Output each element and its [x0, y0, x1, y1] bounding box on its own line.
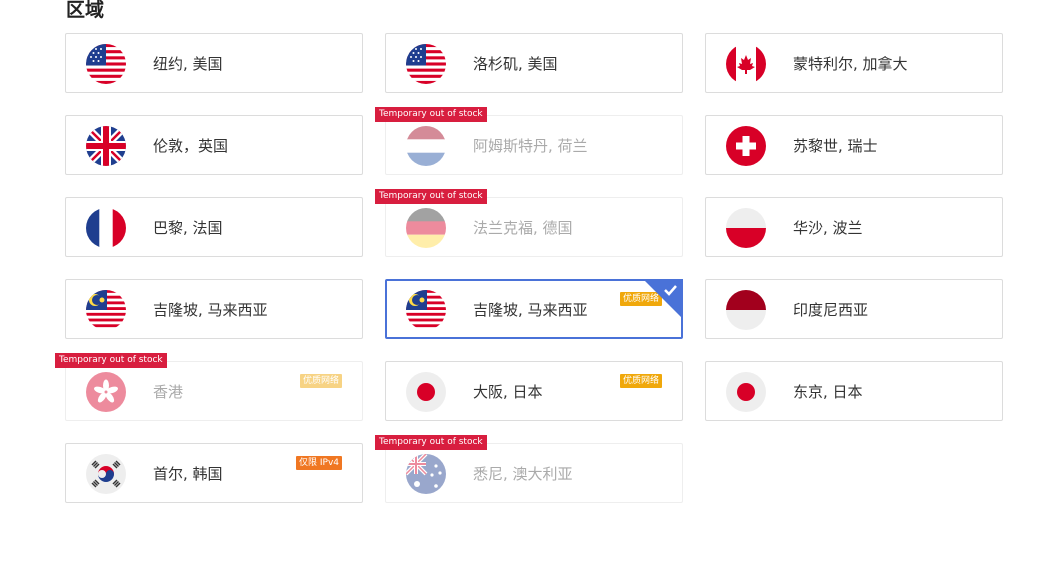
region-label: 香港: [153, 383, 184, 401]
au-flag-icon: [406, 454, 446, 494]
nl-flag-icon: [406, 126, 446, 166]
region-card-tokyo[interactable]: 东京, 日本: [705, 361, 1003, 421]
region-label: 法兰克福, 德国: [473, 219, 573, 237]
region-label: 蒙特利尔, 加拿大: [793, 55, 908, 73]
section-title: 区域: [66, 0, 105, 21]
my-flag-icon: [406, 290, 446, 330]
us-flag-icon: [86, 44, 126, 84]
region-label: 大阪, 日本: [473, 383, 543, 401]
region-label: 东京, 日本: [793, 383, 863, 401]
out-of-stock-tag: Temporary out of stock: [375, 107, 487, 122]
de-flag-icon: [406, 208, 446, 248]
region-label: 首尔, 韩国: [153, 465, 223, 483]
region-card-sydney: 悉尼, 澳大利亚: [385, 443, 683, 503]
region-card-frankfurt: 法兰克福, 德国: [385, 197, 683, 257]
premium-network-badge: 优质网络: [299, 374, 342, 388]
region-label: 悉尼, 澳大利亚: [473, 465, 573, 483]
us-flag-icon: [406, 44, 446, 84]
region-label: 吉隆坡, 马来西亚: [153, 301, 268, 319]
fr-flag-icon: [86, 208, 126, 248]
ca-flag-icon: [726, 44, 766, 84]
region-label: 巴黎, 法国: [153, 219, 223, 237]
selected-check-icon: [643, 279, 683, 319]
region-card-montreal[interactable]: 蒙特利尔, 加拿大: [705, 33, 1003, 93]
region-label: 印度尼西亚: [793, 301, 869, 319]
my-flag-icon: [86, 290, 126, 330]
jp-flag-icon: [726, 372, 766, 412]
kr-flag-icon: [86, 454, 126, 494]
id-flag-icon: [726, 290, 766, 330]
region-card-amsterdam: 阿姆斯特丹, 荷兰: [385, 115, 683, 175]
region-label: 苏黎世, 瑞士: [793, 137, 878, 155]
out-of-stock-tag: Temporary out of stock: [375, 189, 487, 204]
jp-flag-icon: [406, 372, 446, 412]
region-card-kualalumpur1[interactable]: 吉隆坡, 马来西亚: [65, 279, 363, 339]
region-card-london[interactable]: 伦敦，英国: [65, 115, 363, 175]
out-of-stock-tag: Temporary out of stock: [55, 353, 167, 368]
region-card-osaka[interactable]: 大阪, 日本 优质网络: [385, 361, 683, 421]
region-label: 华沙, 波兰: [793, 219, 863, 237]
ch-flag-icon: [726, 126, 766, 166]
region-label: 阿姆斯特丹, 荷兰: [473, 137, 588, 155]
premium-network-badge: 优质网络: [619, 374, 662, 388]
region-card-losangeles[interactable]: 洛杉矶, 美国: [385, 33, 683, 93]
region-label: 伦敦，英国: [153, 137, 229, 155]
hk-flag-icon: [86, 372, 126, 412]
region-card-warsaw[interactable]: 华沙, 波兰: [705, 197, 1003, 257]
pl-flag-icon: [726, 208, 766, 248]
out-of-stock-tag: Temporary out of stock: [375, 435, 487, 450]
region-card-newyork[interactable]: 纽约, 美国: [65, 33, 363, 93]
region-card-kualalumpur2[interactable]: 吉隆坡, 马来西亚 优质网络: [385, 279, 683, 339]
region-card-hongkong: 香港 优质网络: [65, 361, 363, 421]
region-card-zurich[interactable]: 苏黎世, 瑞士: [705, 115, 1003, 175]
region-label: 吉隆坡, 马来西亚: [473, 301, 588, 319]
ipv4-only-badge: 仅限 IPv4: [296, 456, 342, 470]
region-label: 洛杉矶, 美国: [473, 55, 558, 73]
region-card-paris[interactable]: 巴黎, 法国: [65, 197, 363, 257]
region-card-indonesia[interactable]: 印度尼西亚: [705, 279, 1003, 339]
region-label: 纽约, 美国: [153, 55, 223, 73]
uk-flag-icon: [86, 126, 126, 166]
region-card-seoul[interactable]: 首尔, 韩国 仅限 IPv4: [65, 443, 363, 503]
